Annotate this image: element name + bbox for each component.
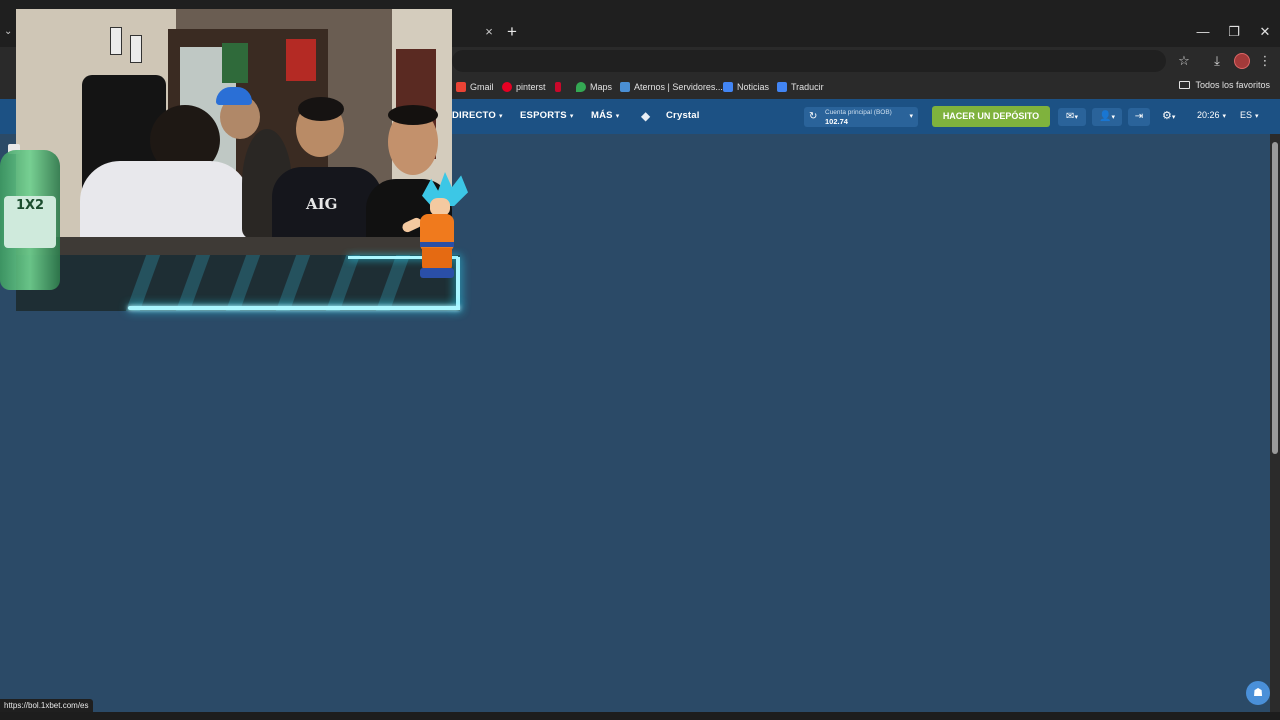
messages-button[interactable]: ✉▾: [1058, 108, 1086, 126]
chevron-down-icon: ▾: [615, 113, 620, 120]
nav-esports[interactable]: ESPORTS ▾: [520, 110, 574, 121]
maps-icon: [576, 82, 586, 92]
chevron-down-icon: ▾: [1222, 113, 1227, 120]
chevron-down-icon: ▾: [909, 113, 913, 120]
nav-crystal[interactable]: Crystal: [666, 110, 700, 121]
news-icon: [723, 82, 733, 92]
nav-mas[interactable]: MÁS ▾: [591, 110, 619, 121]
chevron-down-icon: ▾: [1111, 114, 1115, 121]
chevron-down-icon: ▾: [1171, 114, 1176, 121]
scrollbar-thumb[interactable]: [1272, 142, 1278, 454]
translate-icon: [777, 82, 787, 92]
download-icon[interactable]: ⤓: [1208, 52, 1226, 70]
webcam-cap: [216, 87, 252, 105]
time-selector[interactable]: 20:26 ▾: [1197, 110, 1226, 120]
user-menu-button[interactable]: 👤▾: [1092, 108, 1122, 126]
webcam-overlay: AIG: [16, 9, 452, 255]
folder-icon: [1179, 81, 1191, 89]
chevron-down-icon: ▾: [569, 113, 574, 120]
settings-button[interactable]: ⚙▾: [1162, 109, 1175, 122]
chevron-down-icon: ▾: [498, 113, 503, 120]
nba-icon: [555, 82, 561, 92]
chevron-down-icon: ▾: [1255, 113, 1259, 120]
bookmark-maps[interactable]: Maps: [576, 80, 612, 94]
character-sprite: [398, 172, 470, 282]
support-chat-button[interactable]: ☗: [1246, 681, 1270, 705]
all-bookmarks[interactable]: Todos los favoritos: [1179, 80, 1270, 90]
profile-avatar[interactable]: [1234, 53, 1250, 69]
neon-line-bottom: [128, 306, 460, 310]
page-scrollbar[interactable]: [1270, 134, 1280, 712]
browser-menu-icon[interactable]: ⋮: [1256, 52, 1274, 70]
deposit-button[interactable]: HACER UN DEPÓSITO: [932, 106, 1050, 127]
refresh-icon[interactable]: ↻: [809, 111, 817, 122]
diamond-icon: ◆: [641, 109, 651, 123]
chat-icon: ☗: [1253, 687, 1263, 699]
chevron-down-icon: ▾: [1074, 114, 1078, 121]
status-bar-url: https://bol.1xbet.com/es: [0, 699, 93, 712]
restore-icon[interactable]: ❐: [1225, 24, 1243, 40]
os-taskbar: [0, 712, 1280, 720]
gear-icon: ⚙: [1162, 110, 1172, 122]
bookmark-traducir[interactable]: Traducir: [777, 80, 824, 94]
bookmark-star-icon[interactable]: ☆: [1175, 52, 1193, 70]
logout-icon: ⇥: [1134, 111, 1144, 122]
neon-panel: [16, 255, 460, 311]
bookmark-noticias[interactable]: Noticias: [723, 80, 769, 94]
bookmark-pinterest[interactable]: pinterst: [502, 80, 546, 94]
account-balance[interactable]: ↻ Cuenta principal (BOB) 102.74 ▾: [804, 107, 918, 127]
bookmark-gmail[interactable]: Gmail: [456, 80, 494, 94]
bookmark-nba[interactable]: [555, 80, 565, 94]
language-selector[interactable]: ES ▾: [1240, 110, 1259, 120]
user-icon: 👤: [1099, 111, 1112, 122]
pinterest-icon: [502, 82, 512, 92]
aternos-icon: [620, 82, 630, 92]
nav-directo[interactable]: DIRECTO ▾: [452, 110, 503, 121]
bookmark-aternos[interactable]: Aternos | Servidores...: [620, 80, 723, 94]
bottle-label: 1X2: [4, 196, 56, 248]
new-tab-button[interactable]: +: [504, 23, 520, 41]
webcam-jersey-green: [222, 43, 248, 83]
gmail-icon: [456, 82, 466, 92]
address-bar[interactable]: [452, 50, 1166, 72]
close-window-icon[interactable]: ✕: [1256, 24, 1274, 40]
tab-close-icon[interactable]: ×: [482, 24, 496, 40]
logout-button[interactable]: ⇥: [1128, 108, 1150, 126]
minimize-icon[interactable]: —: [1194, 24, 1212, 40]
webcam-jersey-red: [286, 39, 316, 81]
